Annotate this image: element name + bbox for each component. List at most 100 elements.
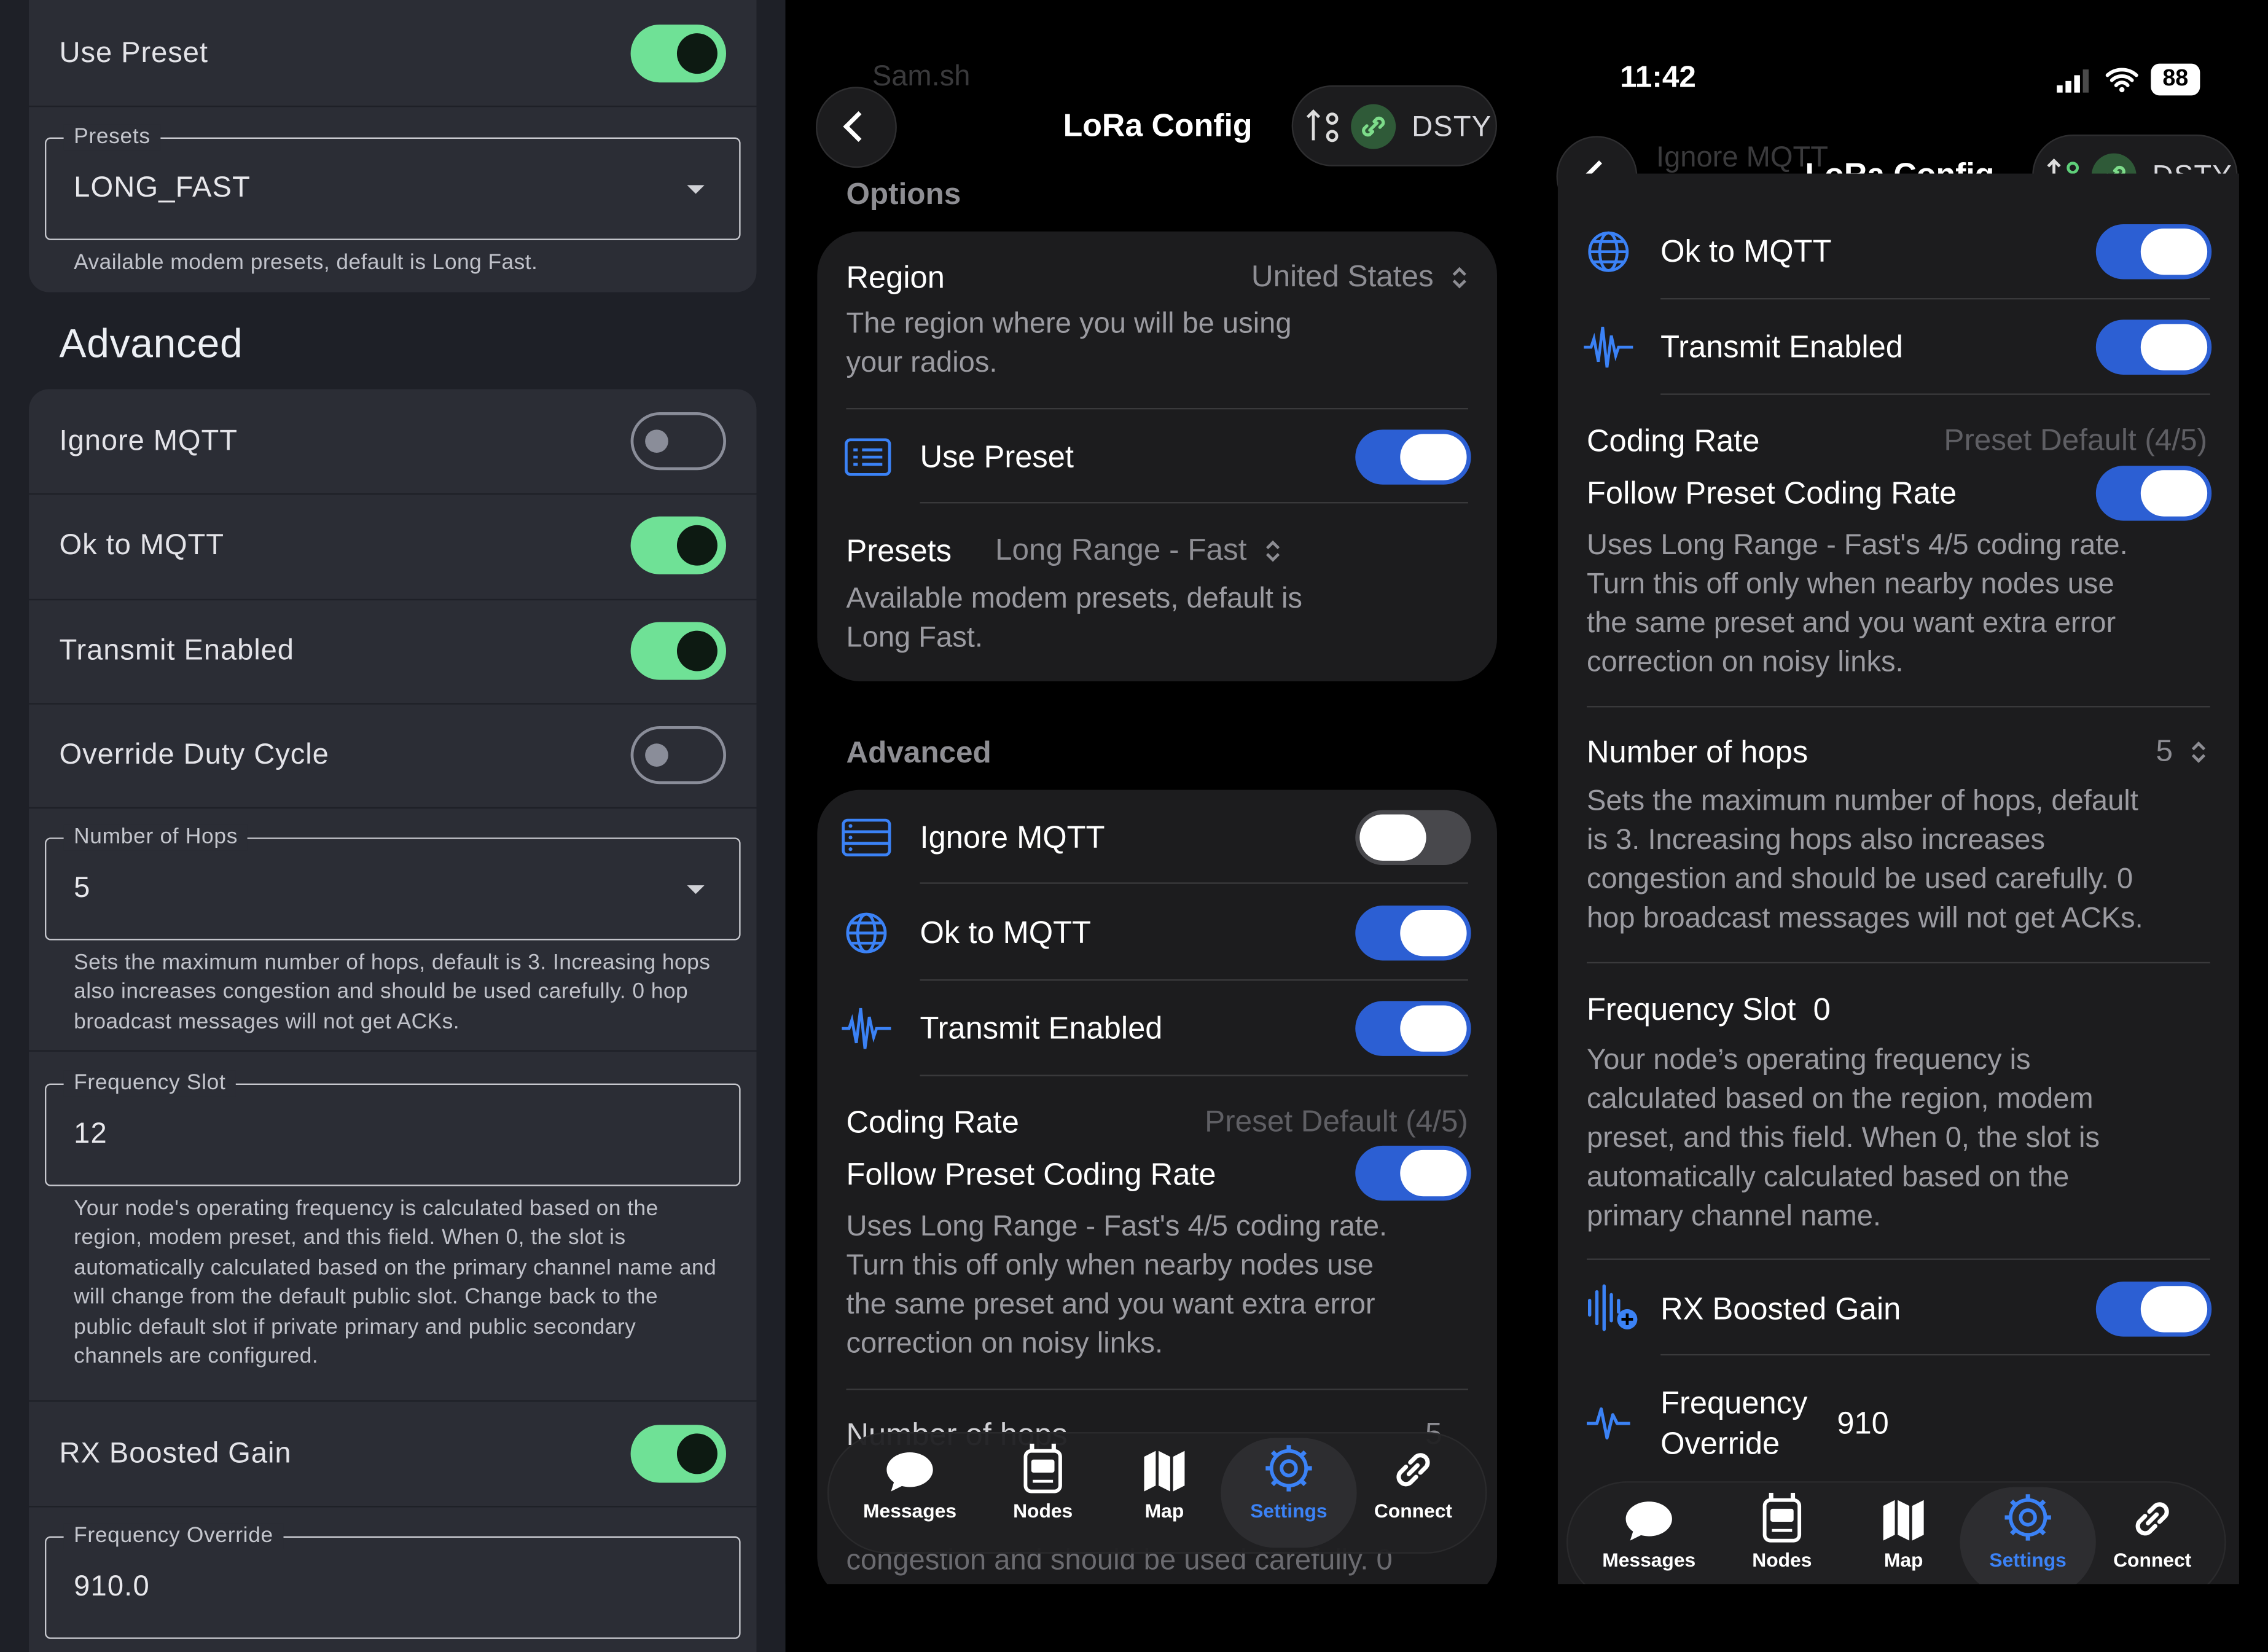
- tab-nodes[interactable]: Nodes: [1721, 1482, 1843, 1584]
- region-help-line2: your radios.: [846, 347, 998, 379]
- map-icon: [1883, 1500, 1924, 1541]
- ok-to-mqtt-switch[interactable]: [630, 516, 727, 574]
- presets-dropdown[interactable]: Presets LONG_FAST: [44, 124, 741, 240]
- hops-picker[interactable]: 5: [2156, 735, 2207, 770]
- tab-label: Nodes: [1752, 1549, 1812, 1572]
- frequency-override-value[interactable]: 910: [1837, 1406, 1888, 1443]
- tab-nodes[interactable]: Nodes: [982, 1433, 1104, 1555]
- options-heading: Options: [846, 178, 961, 211]
- ignore-mqtt-switch[interactable]: [1355, 810, 1471, 866]
- slot-help-line5: primary channel name.: [1586, 1200, 1882, 1233]
- transmit-enabled-row[interactable]: Transmit Enabled: [29, 599, 756, 703]
- transmit-enabled-label: Transmit Enabled: [920, 1011, 1163, 1046]
- follow-preset-switch[interactable]: [2095, 466, 2212, 521]
- ok-to-mqtt-label: Ok to MQTT: [1660, 234, 1832, 269]
- frequency-icon: [1586, 1407, 1630, 1440]
- tab-messages[interactable]: Messages: [849, 1433, 971, 1555]
- chevron-left-icon: [843, 111, 874, 143]
- gear-icon: [1265, 1445, 1312, 1492]
- tab-settings[interactable]: Settings: [1967, 1482, 2089, 1584]
- tab-messages[interactable]: Messages: [1588, 1482, 1710, 1584]
- hops-help-line4: hop broadcast messages will not get ACKs…: [1586, 902, 2143, 935]
- tab-map[interactable]: Map: [1843, 1482, 1965, 1584]
- use-preset-label: Use Preset: [920, 439, 1074, 475]
- frequency-slot-field[interactable]: Frequency Slot 12: [44, 1070, 741, 1186]
- sort-arrows-icon: [1306, 109, 1339, 143]
- divider: [29, 1506, 757, 1508]
- divider: [1586, 961, 2210, 964]
- ok-to-mqtt-switch[interactable]: [2095, 224, 2212, 280]
- rx-boosted-gain-switch[interactable]: [630, 1425, 727, 1483]
- chat-bubble-icon: [886, 1452, 933, 1492]
- tab-connect[interactable]: Connect: [2092, 1482, 2213, 1584]
- globe-icon: [1588, 231, 1629, 272]
- region-help-line1: The region where you will be using: [846, 308, 1292, 340]
- ok-to-mqtt-label: Ok to MQTT: [59, 529, 224, 562]
- frequency-slot-label: Frequency Slot 0: [1586, 992, 1831, 1027]
- transmit-enabled-label: Transmit Enabled: [59, 635, 294, 667]
- hops-help: Sets the maximum number of hops, default…: [74, 950, 711, 1035]
- chat-bubble-icon: [1625, 1501, 1672, 1541]
- tab-connect[interactable]: Connect: [1353, 1433, 1474, 1555]
- follow-help-line3: the same preset and you want extra error: [846, 1288, 1375, 1321]
- hops-help-line3: congestion and should be used carefully.…: [1586, 863, 2133, 896]
- divider: [846, 1388, 1468, 1390]
- divider: [920, 1075, 1468, 1076]
- ios-lora-config-a: Sam.sh LoRa Config DSTY Options Region U…: [785, 0, 1529, 1584]
- advanced-group: Ok to MQTT Transmit Enabled Coding Rate …: [1557, 173, 2239, 1584]
- globe-icon: [846, 912, 887, 953]
- rx-boosted-gain-label: RX Boosted Gain: [1660, 1291, 1901, 1327]
- region-picker[interactable]: United States: [1251, 260, 1468, 296]
- follow-help-line4: correction on noisy links.: [846, 1328, 1163, 1360]
- rx-boosted-gain-row[interactable]: RX Boosted Gain: [29, 1402, 756, 1506]
- ghost-scrolled-title: Ignore MQTT: [1656, 141, 1829, 174]
- hops-label: Number of hops: [1586, 735, 1809, 770]
- follow-help-line3: the same preset and you want extra error: [1586, 607, 2116, 640]
- coding-rate-value: Preset Default (4/5): [1205, 1105, 1468, 1139]
- follow-preset-switch[interactable]: [1355, 1145, 1471, 1201]
- link-icon: [1351, 104, 1396, 149]
- presets-picker[interactable]: Long Range - Fast: [995, 534, 1281, 569]
- override-duty-cycle-switch[interactable]: [630, 726, 727, 785]
- server-rack-icon: [842, 818, 891, 856]
- ignore-mqtt-label: Ignore MQTT: [920, 820, 1105, 855]
- divider: [1660, 1353, 2210, 1356]
- presets-value: Long Range - Fast: [995, 533, 1247, 568]
- override-duty-cycle-row[interactable]: Override Duty Cycle: [29, 703, 756, 807]
- rx-boosted-gain-label: RX Boosted Gain: [59, 1438, 292, 1470]
- tab-bar: Messages Nodes Map Settings Connect: [827, 1432, 1487, 1554]
- frequency-override-field[interactable]: Frequency Override 910.0: [44, 1523, 741, 1639]
- preset-card: Use Preset Presets LONG_FAST Available m…: [29, 0, 757, 292]
- use-preset-switch[interactable]: [630, 25, 727, 83]
- tab-label: Map: [1883, 1549, 1923, 1572]
- battery-level: 88: [2162, 66, 2189, 92]
- screenshot-composite: Use Preset Presets LONG_FAST Available m…: [0, 0, 2268, 1652]
- ignore-mqtt-row[interactable]: Ignore MQTT: [29, 389, 756, 493]
- ok-to-mqtt-row[interactable]: Ok to MQTT: [29, 493, 756, 598]
- rx-boosted-gain-switch[interactable]: [2095, 1282, 2212, 1337]
- ignore-mqtt-switch[interactable]: [630, 412, 727, 471]
- use-preset-switch[interactable]: [1355, 429, 1471, 485]
- tab-label: Messages: [1602, 1549, 1696, 1572]
- device-status-pill[interactable]: DSTY: [1291, 85, 1498, 166]
- hops-value: 5: [2156, 735, 2173, 769]
- transmit-enabled-switch[interactable]: [630, 622, 727, 680]
- hops-value: 5: [74, 872, 91, 904]
- waveform-badge-plus-icon: [1587, 1284, 1638, 1331]
- dropdown-arrow-icon: [687, 185, 705, 194]
- divider: [1586, 706, 2210, 708]
- options-group: Region United States The region where yo…: [817, 231, 1498, 682]
- transmit-enabled-label: Transmit Enabled: [1660, 329, 1903, 365]
- region-label: Region: [846, 260, 945, 296]
- tab-settings[interactable]: Settings: [1228, 1433, 1350, 1555]
- transmit-enabled-switch[interactable]: [1355, 1001, 1471, 1056]
- use-preset-row[interactable]: Use Preset: [29, 1, 756, 106]
- ok-to-mqtt-switch[interactable]: [1355, 905, 1471, 961]
- divider: [920, 882, 1468, 884]
- hops-dropdown[interactable]: Number of Hops 5: [44, 824, 741, 941]
- tab-map[interactable]: Map: [1104, 1433, 1226, 1555]
- follow-help-line1: Uses Long Range - Fast's 4/5 coding rate…: [846, 1210, 1388, 1243]
- waveform-icon: [1584, 326, 1633, 368]
- back-button[interactable]: [815, 87, 897, 168]
- transmit-enabled-switch[interactable]: [2095, 319, 2212, 375]
